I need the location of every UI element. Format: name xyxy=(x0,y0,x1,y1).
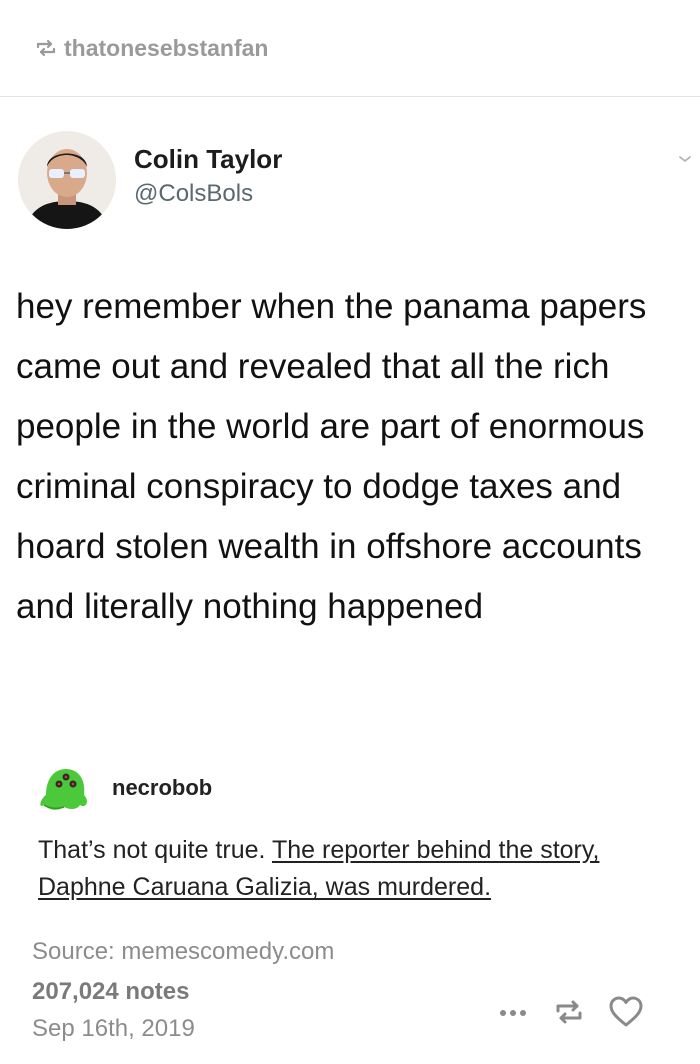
reblog-icon[interactable] xyxy=(552,995,586,1029)
tweet-author-name: Colin Taylor xyxy=(134,144,283,174)
reblog-header: thatonesebstanfan xyxy=(0,0,700,97)
notes-count[interactable]: 207,024 notes xyxy=(32,978,189,1006)
more-icon[interactable] xyxy=(498,997,528,1027)
reply-text-plain: That’s not quite true. xyxy=(38,836,266,864)
chevron-down-icon[interactable] xyxy=(678,152,692,166)
reply-avatar[interactable] xyxy=(36,765,90,813)
tweet-avatar xyxy=(18,131,116,229)
tweet-author-handle: @ColsBols xyxy=(134,180,254,207)
heart-icon[interactable] xyxy=(608,995,644,1029)
source-attribution[interactable]: Source: memescomedy.com xyxy=(32,938,334,966)
reblogger-username[interactable]: thatonesebstanfan xyxy=(64,35,268,62)
tweet-text: hey remember when the panama papers came… xyxy=(16,287,647,626)
reblog-icon xyxy=(34,36,58,60)
reply-text: That’s not quite true. The reporter behi… xyxy=(38,832,658,906)
reply-username[interactable]: necrobob xyxy=(112,775,212,801)
post-actions xyxy=(498,994,644,1030)
post-date: Sep 16th, 2019 xyxy=(32,1015,195,1042)
